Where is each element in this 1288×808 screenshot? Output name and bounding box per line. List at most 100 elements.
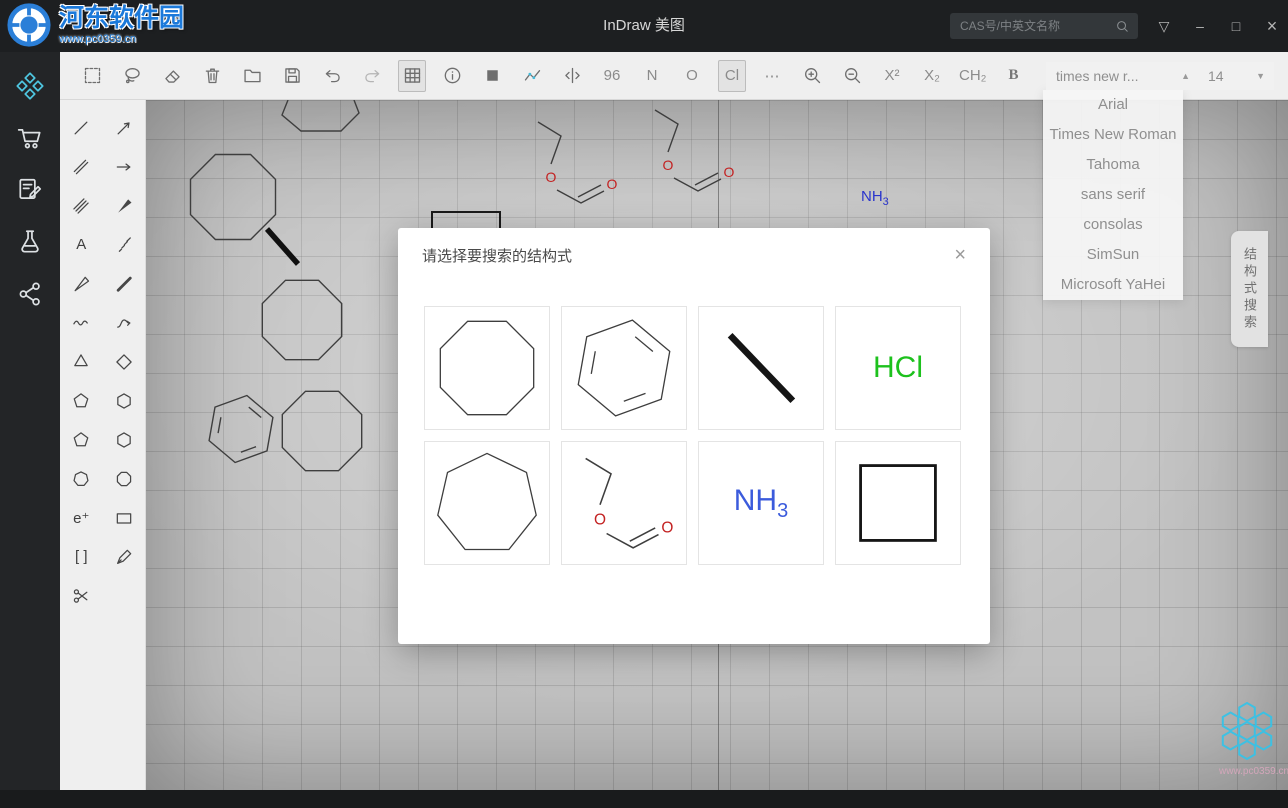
ring-8-tool[interactable] [110,465,138,493]
minimize-icon[interactable]: – [1192,19,1208,33]
pin-icon[interactable]: ▽ [1156,19,1172,33]
atom-o-button[interactable]: O [678,60,706,92]
ring-5-tool[interactable] [67,387,95,415]
ch2-button[interactable]: CH₂ [958,60,988,92]
double-bond-tool[interactable] [67,153,95,181]
left-rail [0,52,60,790]
status-bar [0,790,1288,808]
redo-button[interactable] [358,60,386,92]
cart-icon[interactable] [16,124,44,152]
app-logo-icon[interactable] [16,72,44,100]
flask-icon[interactable] [16,228,44,256]
ring-7-tool[interactable] [67,465,95,493]
site-watermark-name: 河东软件园 [59,5,184,33]
wavy-bond-tool[interactable] [67,309,95,337]
bracket-tool[interactable]: [ ] [67,543,95,571]
structure-search-tab[interactable]: 结构式搜索 [1231,231,1268,347]
structure-cyclooctane[interactable] [424,306,550,430]
chevron-down-icon: ▼ [1256,71,1265,81]
hollow-wedge-tool[interactable] [67,270,95,298]
annotation-arrow-tool[interactable] [110,114,138,142]
font-option-tahoma[interactable]: Tahoma [1043,150,1183,180]
atom-cl-button[interactable]: Cl [718,60,746,92]
clean-structure-tool[interactable] [518,60,546,92]
corner-watermark-url: www.pc0359.cn [1219,766,1288,777]
svg-text:O: O [661,519,673,536]
table-tool[interactable] [398,60,426,92]
bond-adjust-tool[interactable] [558,60,586,92]
structure-bond[interactable] [698,306,824,430]
font-size-select[interactable]: 14 ▼ [1199,62,1274,90]
scissors-tool[interactable] [67,582,95,610]
search-icon [1115,19,1130,34]
window-controls: ▽ – □ × [1156,0,1280,52]
undo-button[interactable] [318,60,346,92]
info-button[interactable] [438,60,466,92]
rectangle-tool[interactable] [110,504,138,532]
lasso-tool[interactable] [118,60,146,92]
chevron-up-icon: ▲ [1181,71,1190,81]
structure-square[interactable] [835,441,961,565]
select-rect-tool[interactable] [78,60,106,92]
zoom-out-button[interactable] [838,60,866,92]
dialog-header: 请选择要搜索的结构式 × [398,228,990,282]
hash-bond-tool[interactable] [110,231,138,259]
reaction-arrow-tool[interactable] [110,153,138,181]
svg-text:O: O [724,164,735,180]
save-button[interactable] [278,60,306,92]
charge-tool[interactable]: e⁺ [67,504,95,532]
snowflake-logo-icon [1216,700,1278,762]
structure-nh3[interactable]: NH3 [698,441,824,565]
font-family-select[interactable]: times new r... ▲ [1046,62,1200,90]
structure-ester[interactable]: OO [561,441,687,565]
dialog-close-icon[interactable]: × [954,245,966,265]
titlebar: InDraw 美图 ▽ – □ × [0,0,1288,52]
close-icon[interactable]: × [1264,17,1280,35]
ring-6b-tool[interactable] [110,426,138,454]
site-watermark-badge-icon [6,2,52,48]
fill-tool[interactable] [478,60,506,92]
cas-search-box[interactable] [950,13,1138,39]
structure-search-dialog: 请选择要搜索的结构式 × HCl OONH3 [398,228,990,644]
structure-cycloheptane[interactable] [424,441,550,565]
delete-button[interactable] [198,60,226,92]
font-option-times-new-roman[interactable]: Times New Roman [1043,120,1183,150]
superscript-button[interactable]: X² [878,60,906,92]
bold-button[interactable]: B [1000,60,1028,92]
eraser-tool[interactable] [158,60,186,92]
text-tool[interactable]: A [67,231,95,259]
ring-5b-tool[interactable] [67,426,95,454]
site-watermark-url: www.pc0359.cn [59,33,184,45]
maximize-icon[interactable]: □ [1228,19,1244,33]
wedge-bond-tool[interactable] [110,192,138,220]
curve-arrow-tool[interactable] [110,309,138,337]
more-atoms-button[interactable]: ⋯ [758,60,786,92]
ring-3-tool[interactable] [67,348,95,376]
bold-bond-tool[interactable] [110,270,138,298]
pen-tool[interactable] [110,543,138,571]
ring-4-tool[interactable] [110,348,138,376]
open-button[interactable] [238,60,266,92]
font-family-value: times new r... [1056,68,1138,84]
subscript-button[interactable]: X₂ [918,60,946,92]
zoom-in-button[interactable] [798,60,826,92]
canvas-nh3-label[interactable]: NH3 [861,188,889,208]
font-option-consolas[interactable]: consolas [1043,210,1183,240]
structure-benzene[interactable] [561,306,687,430]
font-option-arial[interactable]: Arial [1043,90,1183,120]
atom-n-button[interactable]: N [638,60,666,92]
cas-search-input[interactable] [958,18,1115,34]
share-icon[interactable] [16,280,44,308]
font-option-microsoft-yahei[interactable]: Microsoft YaHei [1043,270,1183,300]
font-option-sans-serif[interactable]: sans serif [1043,180,1183,210]
svg-text:O: O [663,157,674,173]
single-bond-tool[interactable] [67,114,95,142]
font-dropdown-list: ArialTimes New RomanTahomasans serifcons… [1043,90,1183,300]
triple-bond-tool[interactable] [67,192,95,220]
font-option-simsun[interactable]: SimSun [1043,240,1183,270]
template-96[interactable]: 96 [598,60,626,92]
orders-icon[interactable] [16,176,44,204]
structure-hcl[interactable]: HCl [835,306,961,430]
ring-6-tool[interactable] [110,387,138,415]
structure-tile-grid: HCl OONH3 [398,282,990,565]
